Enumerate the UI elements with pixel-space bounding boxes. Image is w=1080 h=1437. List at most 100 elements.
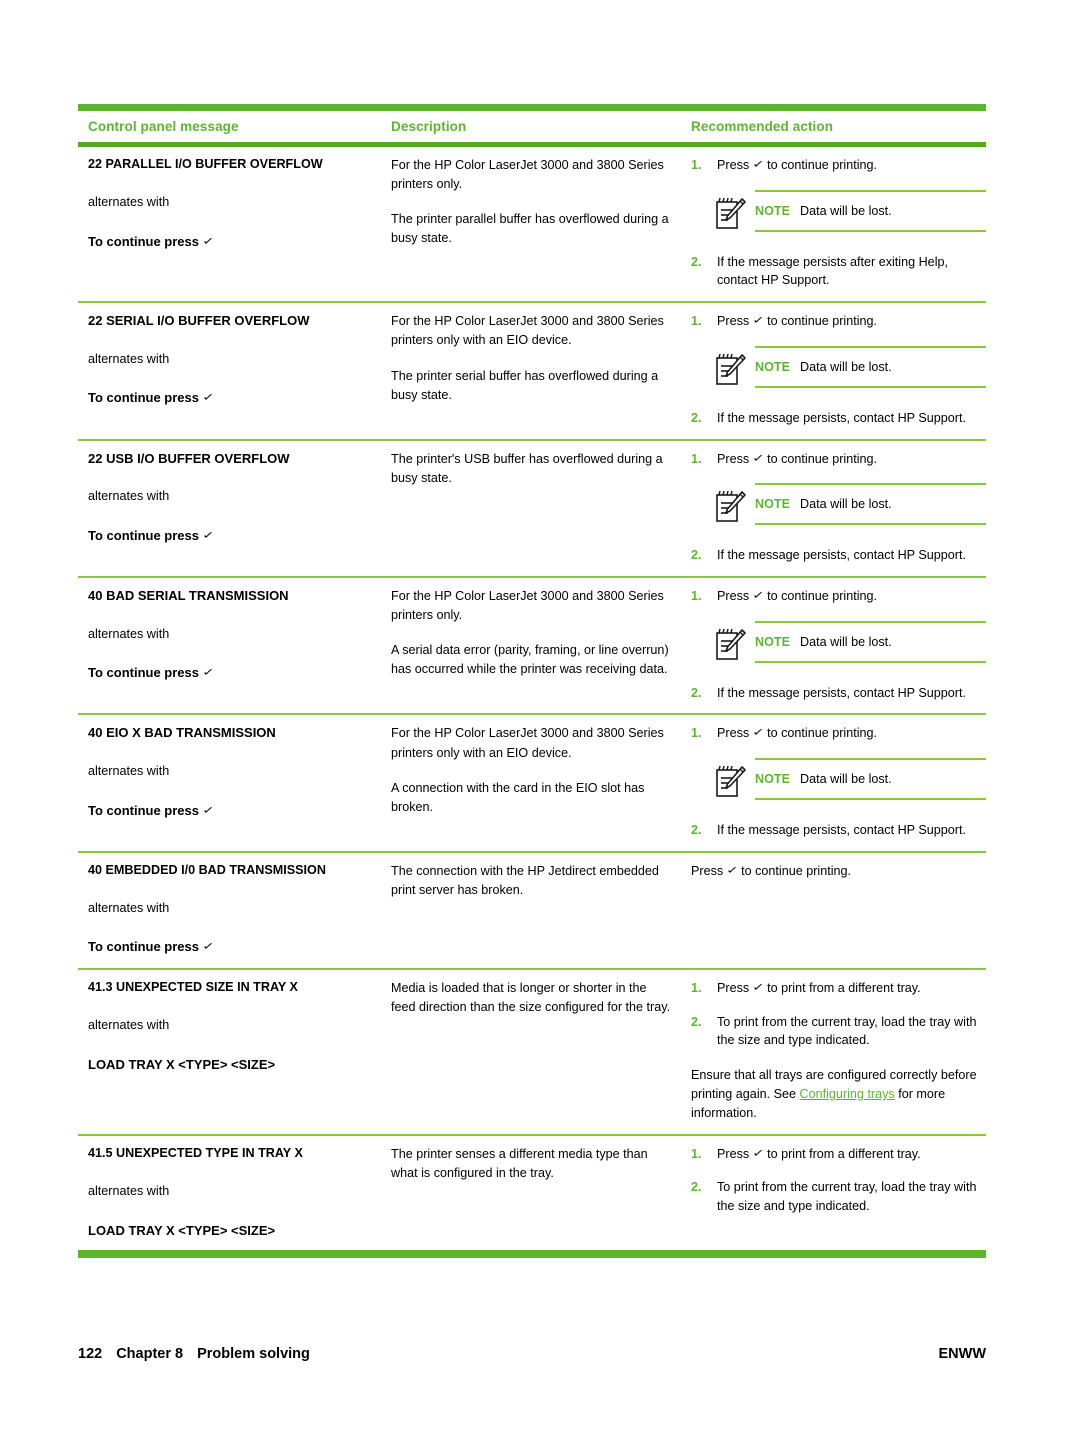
checkmark-icon: ✓ bbox=[751, 981, 765, 994]
cell-recommended-action: 1. Press ✓ to continue printing. NOTE Data … bbox=[686, 724, 986, 839]
alternates-with-label: alternates with bbox=[88, 900, 170, 915]
action-step-number: 1. bbox=[691, 981, 702, 996]
action-step-text: Press ✓ to continue printing. bbox=[717, 726, 878, 741]
note-text: Data will be lost. bbox=[799, 497, 892, 512]
alternates-with-label: alternates with bbox=[88, 764, 170, 778]
notepad-pencil-icon bbox=[713, 353, 747, 392]
column-header-control-panel-message: Control panel message bbox=[88, 119, 239, 134]
action-step-number: 2. bbox=[691, 254, 702, 269]
table-body: 22 PARALLEL I/O BUFFER OVERFLOW alternate… bbox=[78, 147, 986, 1250]
alternates-with-label: alternates with bbox=[88, 1018, 170, 1033]
control-panel-message-text: 22 PARALLEL I/O BUFFER OVERFLOW bbox=[88, 157, 323, 171]
cell-description: For the HP Color LaserJet 3000 and 3800 … bbox=[390, 156, 686, 290]
action-step-text: If the message persists, contact HP Supp… bbox=[717, 410, 966, 425]
action-step: 2. If the message persists, contact HP Su… bbox=[691, 546, 986, 565]
note-body: NOTE Data will be lost. bbox=[755, 620, 986, 663]
action-step: 1. Press ✓ to continue printing. bbox=[691, 587, 986, 607]
note-text: Data will be lost. bbox=[799, 634, 892, 649]
action-step-number: 2. bbox=[691, 685, 702, 700]
notepad-pencil-icon bbox=[713, 197, 747, 236]
notepad-pencil-icon bbox=[713, 765, 747, 804]
note-label: NOTE bbox=[755, 771, 790, 786]
cell-recommended-action: 1. Press ✓ to continue printing. NOTE Data … bbox=[686, 450, 986, 565]
description-paragraph: Media is loaded that is longer or shorte… bbox=[391, 981, 671, 1015]
note-icon-slot bbox=[713, 190, 753, 237]
alternate-message-text: To continue press ✓ bbox=[88, 527, 215, 543]
note-callout: NOTE Data will be lost. bbox=[713, 757, 986, 805]
note-text: Data will be lost. bbox=[799, 203, 892, 218]
note-label: NOTE bbox=[755, 359, 790, 374]
description-paragraph: The printer senses a different media typ… bbox=[391, 1146, 648, 1181]
checkmark-icon: ✓ bbox=[751, 158, 765, 171]
checkmark-icon: ✓ bbox=[201, 529, 215, 542]
alternate-message-text: To continue press ✓ bbox=[88, 939, 215, 955]
action-step: 1. Press ✓ to print from a different tray… bbox=[691, 979, 986, 999]
cell-recommended-action: 1. Press ✓ to continue printing. NOTE Data … bbox=[686, 312, 986, 427]
checkmark-icon: ✓ bbox=[725, 864, 739, 877]
configuring-trays-link[interactable]: Configuring trays bbox=[800, 1087, 895, 1101]
action-step-text: To print from the current tray, load the… bbox=[717, 1014, 977, 1048]
table-row: 41.5 UNEXPECTED TYPE IN TRAY X alternates… bbox=[78, 1136, 986, 1250]
column-header-description: Description bbox=[391, 119, 467, 134]
action-step-text: If the message persists, contact HP Supp… bbox=[717, 548, 966, 563]
control-panel-message-text: 40 BAD SERIAL TRANSMISSION bbox=[88, 588, 289, 604]
action-step-number: 2. bbox=[691, 822, 702, 837]
checkmark-icon: ✓ bbox=[751, 1147, 765, 1160]
action-step-text: If the message persists, contact HP Supp… bbox=[717, 685, 966, 700]
action-step: 1. Press ✓ to continue printing. bbox=[691, 312, 986, 332]
action-step: 1. Press ✓ to print from a different tray… bbox=[691, 1145, 986, 1165]
cell-description: Media is loaded that is longer or shorte… bbox=[390, 979, 686, 1123]
footer-page-number: 122 bbox=[78, 1346, 103, 1362]
cell-description: The printer senses a different media typ… bbox=[390, 1145, 686, 1239]
note-icon-slot bbox=[713, 346, 753, 393]
footer-locale: ENWW bbox=[938, 1346, 986, 1362]
alternates-with-label: alternates with bbox=[88, 489, 170, 504]
description-paragraph: The printer's USB buffer has overflowed … bbox=[391, 451, 663, 485]
table-row: 40 EMBEDDED I/0 BAD TRANSMISSION alternat… bbox=[78, 853, 986, 971]
description-paragraph: For the HP Color LaserJet 3000 and 3800 … bbox=[391, 589, 664, 623]
description-paragraph: For the HP Color LaserJet 3000 and 3800 … bbox=[391, 726, 664, 760]
action-step-text: Press ✓ to continue printing. bbox=[717, 314, 878, 329]
alternates-with-label: alternates with bbox=[88, 626, 170, 641]
control-panel-message-text: 40 EIO X BAD TRANSMISSION bbox=[88, 725, 276, 741]
cell-description: The connection with the HP Jetdirect emb… bbox=[390, 862, 686, 957]
note-label: NOTE bbox=[755, 497, 790, 512]
note-icon-slot bbox=[713, 483, 753, 530]
alternates-with-label: alternates with bbox=[88, 195, 170, 209]
table-top-rule bbox=[78, 104, 986, 111]
checkmark-icon: ✓ bbox=[751, 314, 765, 327]
action-step-text: Press ✓ to continue printing. bbox=[717, 158, 878, 172]
alternate-message-text: To continue press ✓ bbox=[88, 802, 215, 818]
cell-control-panel-message: 22 PARALLEL I/O BUFFER OVERFLOW alternate… bbox=[78, 156, 390, 290]
alternate-message-text: To continue press ✓ bbox=[88, 390, 215, 406]
alternates-with-label: alternates with bbox=[88, 1183, 170, 1198]
cell-recommended-action: 1. Press ✓ to continue printing. NOTE Data … bbox=[686, 587, 986, 702]
checkmark-icon: ✓ bbox=[751, 452, 765, 465]
action-step-number: 2. bbox=[691, 410, 702, 425]
action-step-number: 1. bbox=[691, 314, 702, 329]
cell-control-panel-message: 22 SERIAL I/O BUFFER OVERFLOW alternates … bbox=[78, 312, 390, 427]
control-panel-message-text: 40 EMBEDDED I/0 BAD TRANSMISSION bbox=[88, 862, 326, 877]
table-row: 22 USB I/O BUFFER OVERFLOW alternates wit… bbox=[78, 441, 986, 579]
cell-control-panel-message: 40 BAD SERIAL TRANSMISSION alternates wit… bbox=[78, 587, 390, 702]
alternate-message-text: LOAD TRAY X <TYPE> <SIZE> bbox=[88, 1222, 276, 1238]
note-callout: NOTE Data will be lost. bbox=[713, 345, 986, 393]
checkmark-icon: ✓ bbox=[201, 804, 215, 817]
note-callout: NOTE Data will be lost. bbox=[713, 189, 986, 237]
action-step-number: 2. bbox=[691, 548, 702, 563]
action-step: 2. If the message persists, contact HP Su… bbox=[691, 409, 986, 428]
checkmark-icon: ✓ bbox=[751, 589, 765, 602]
note-body: NOTE Data will be lost. bbox=[755, 345, 986, 388]
cell-control-panel-message: 41.5 UNEXPECTED TYPE IN TRAY X alternates… bbox=[78, 1145, 390, 1239]
action-step-number: 1. bbox=[691, 1146, 702, 1161]
cell-recommended-action: Press ✓ to continue printing. bbox=[686, 862, 986, 957]
note-body: NOTE Data will be lost. bbox=[755, 757, 986, 800]
cell-control-panel-message: 40 EIO X BAD TRANSMISSION alternates with… bbox=[78, 724, 390, 839]
action-step: 2. If the message persists, contact HP Su… bbox=[691, 821, 986, 840]
cell-control-panel-message: 41.3 UNEXPECTED SIZE IN TRAY X alternates… bbox=[78, 979, 390, 1123]
note-body: NOTE Data will be lost. bbox=[755, 189, 986, 232]
action-step: 1. Press ✓ to continue printing. bbox=[691, 450, 986, 470]
alternates-with-label: alternates with bbox=[88, 351, 170, 366]
extra-note-text: Ensure that all trays are configured cor… bbox=[691, 1068, 977, 1121]
action-step: 2. To print from the current tray, load t… bbox=[691, 1013, 986, 1051]
